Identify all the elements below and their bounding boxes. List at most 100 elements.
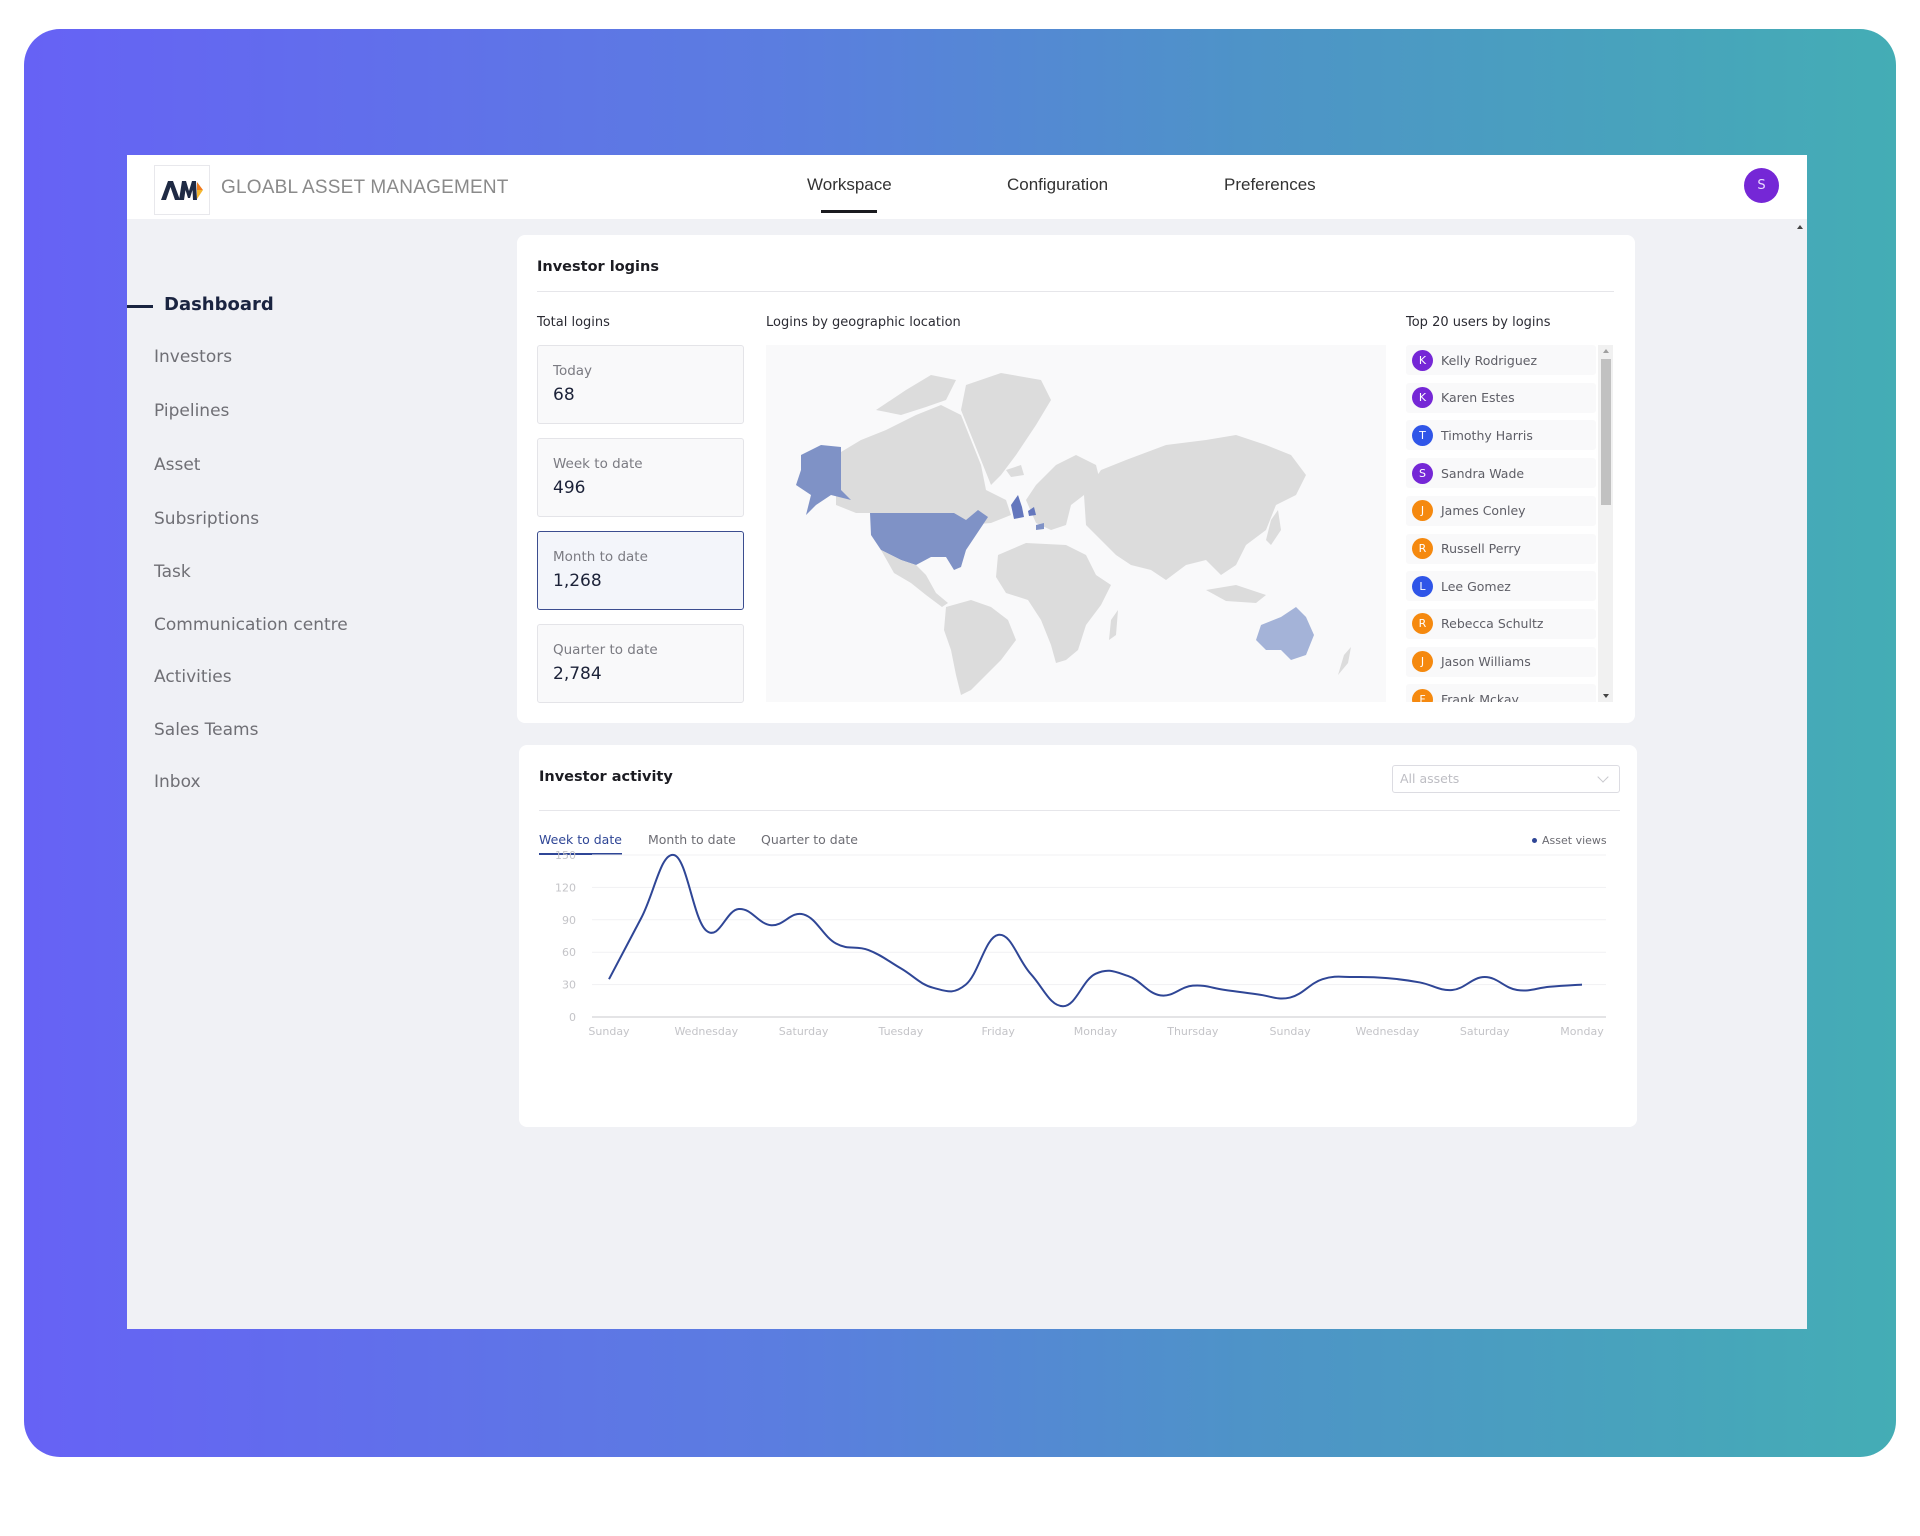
user-list-item[interactable]: K Kelly Rodriguez [1406,345,1596,375]
user-avatar[interactable]: S [1744,168,1779,203]
user-name: Sandra Wade [1441,465,1525,481]
x-tick-label: Sunday [1270,1025,1312,1038]
map-uk [1011,495,1024,519]
stat-label: Quarter to date [553,642,658,658]
user-name: Rebecca Schultz [1441,616,1544,632]
nav-configuration[interactable]: Configuration [1007,175,1108,195]
app-window: GLOABL ASSET MANAGEMENT Workspace Config… [127,155,1807,1329]
y-tick-label: 120 [555,881,576,894]
user-initial-avatar: S [1412,462,1433,484]
activity-line-chart: 0 30 60 90 120 150 Sunday Wednesday Saturday Tues… [555,849,1606,1038]
x-tick-label: Wednesday [1356,1025,1420,1038]
stat-month-to-date[interactable]: Month to date 1,268 [537,531,744,610]
y-tick-label: 90 [562,914,576,927]
map-asia [1084,435,1306,580]
divider [537,291,1614,292]
investor-logins-card: Investor logins Total logins Logins by g… [517,235,1635,723]
x-tick-label: Saturday [779,1025,829,1038]
sidebar-item-inbox[interactable]: Inbox [154,772,201,792]
user-initial-avatar: J [1412,651,1433,673]
user-initial-avatar: J [1412,500,1433,522]
sidebar-item-activities[interactable]: Activities [154,667,232,687]
user-list-item[interactable]: K Karen Estes [1406,382,1596,413]
stat-label: Month to date [553,549,648,565]
y-tick-label: 30 [562,979,576,992]
map-indonesia [1206,585,1266,603]
user-list-item[interactable]: R Russell Perry [1406,533,1596,564]
nav-workspace[interactable]: Workspace [807,175,892,195]
list-scrollbar[interactable] [1598,345,1613,702]
page-scroll-up-arrow[interactable] [1797,225,1803,229]
sidebar-item-sales-teams[interactable]: Sales Teams [154,720,258,740]
x-tick-label: Saturday [1460,1025,1510,1038]
user-name: Kelly Rodriguez [1441,352,1538,368]
user-list-item[interactable]: R Rebecca Schultz [1406,608,1596,639]
map-australia [1256,607,1314,660]
user-name: Jason Williams [1441,654,1531,670]
sidebar-item-communication-centre[interactable]: Communication centre [154,615,348,635]
top-header: GLOABL ASSET MANAGEMENT Workspace Config… [127,155,1807,219]
user-name: Timothy Harris [1441,427,1533,443]
y-tick-label: 0 [569,1011,576,1024]
investor-activity-card: Investor activity All assets Week to dat… [519,745,1637,1127]
x-tick-label: Monday [1560,1025,1604,1038]
user-name: Russell Perry [1441,541,1521,556]
user-list-item[interactable]: S Sandra Wade [1406,458,1596,489]
x-tick-label: Sunday [588,1025,630,1038]
x-tick-label: Wednesday [674,1025,738,1038]
sidebar-item-task[interactable]: Task [154,562,191,582]
user-name: James Conley [1441,503,1526,519]
x-tick-label: Friday [982,1025,1016,1038]
world-map-svg [796,373,1351,695]
active-indicator [127,305,153,308]
brand-name: GLOABL ASSET MANAGEMENT [221,177,509,198]
x-tick-label: Tuesday [878,1025,924,1038]
stat-week-to-date[interactable]: Week to date 496 [537,438,744,517]
user-list-item[interactable]: L Lee Gomez [1406,571,1596,602]
map-south-america [944,600,1016,695]
top-users-title: Top 20 users by logins [1406,315,1551,330]
map-madagascar [1109,610,1118,640]
user-name: Karen Estes [1441,390,1515,406]
stat-label: Week to date [553,456,643,472]
user-list-item[interactable]: J Jason Williams [1406,646,1596,677]
user-name: Frank Mckay [1441,691,1519,702]
stat-value: 1,268 [553,571,602,591]
user-initial-avatar: K [1412,387,1433,409]
map-new-zealand [1338,647,1351,675]
stat-quarter-to-date[interactable]: Quarter to date 2,784 [537,624,744,703]
series-line-asset-views [608,854,1583,1008]
sidebar-item-investors[interactable]: Investors [154,347,232,367]
stat-value: 496 [553,478,586,498]
y-tick-label: 150 [555,849,576,862]
user-list-item[interactable]: F Frank Mckay [1406,684,1596,702]
scrollbar-thumb[interactable] [1601,359,1611,505]
logo[interactable] [154,165,210,215]
user-list-item[interactable]: T Timothy Harris [1406,420,1596,451]
sidebar-item-pipelines[interactable]: Pipelines [154,401,229,421]
user-initial-avatar: R [1412,613,1433,635]
nav-preferences[interactable]: Preferences [1224,175,1316,195]
stat-label: Today [553,363,593,379]
card-title: Investor logins [537,259,659,275]
scroll-down-arrow-icon[interactable] [1603,694,1609,698]
map-switzerland [1036,523,1044,530]
sidebar-item-dashboard[interactable]: Dashboard [164,294,274,315]
user-name: Lee Gomez [1441,578,1511,594]
sidebar-item-asset[interactable]: Asset [154,455,200,475]
sidebar-item-subscriptions[interactable]: Subsriptions [154,509,259,529]
scroll-up-arrow-icon[interactable] [1603,349,1609,353]
map-africa [996,543,1111,663]
stat-value: 68 [553,385,575,405]
top-users-list[interactable]: K Kelly Rodriguez K Karen Estes T Timothy Har… [1406,345,1613,702]
user-list-item[interactable]: J James Conley [1406,495,1596,526]
user-initial-avatar: K [1412,349,1433,371]
y-tick-label: 60 [562,946,576,959]
user-initial-avatar: L [1412,575,1433,597]
stat-value: 2,784 [553,664,602,684]
world-map[interactable] [766,345,1386,702]
user-initial-avatar: F [1412,688,1433,702]
user-initial-avatar: R [1412,538,1433,559]
stat-today[interactable]: Today 68 [537,345,744,424]
map-title: Logins by geographic location [766,315,961,330]
